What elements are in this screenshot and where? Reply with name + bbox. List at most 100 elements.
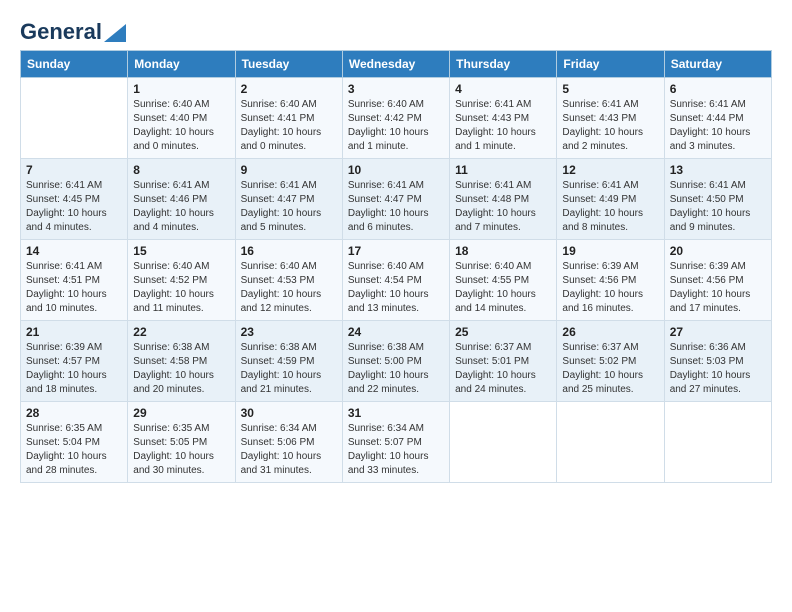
day-number: 17 — [348, 244, 444, 258]
day-number: 30 — [241, 406, 337, 420]
calendar-cell: 24Sunrise: 6:38 AM Sunset: 5:00 PM Dayli… — [342, 321, 449, 402]
calendar-cell: 29 Sunrise: 6:35 AM Sunset: 5:05 PM Dayli… — [128, 402, 235, 483]
day-number: 21 — [26, 325, 122, 339]
calendar-cell: 21 Sunrise: 6:39 AM Sunset: 4:57 PM Dayli… — [21, 321, 128, 402]
weekday-header-saturday: Saturday — [664, 51, 771, 78]
logo-text: General — [20, 20, 126, 44]
calendar-cell — [450, 402, 557, 483]
day-info: Sunrise: 6:37 AM Sunset: 5:02 PM Dayligh… — [562, 341, 658, 397]
calendar-cell: 28 Sunrise: 6:35 AM Sunset: 5:04 PM Dayli… — [21, 402, 128, 483]
weekday-header-monday: Monday — [128, 51, 235, 78]
day-number: 4 — [455, 82, 551, 96]
calendar-cell: 14 Sunrise: 6:41 AM Sunset: 4:51 PM Dayli… — [21, 240, 128, 321]
day-info: Sunrise: 6:34 AM Sunset: 5:06 PM Dayligh… — [241, 422, 337, 478]
calendar-cell: 2 Sunrise: 6:40 AM Sunset: 4:41 PM Daylig… — [235, 78, 342, 159]
day-number: 16 — [241, 244, 337, 258]
day-info: Sunrise: 6:41 AM Sunset: 4:51 PM Dayligh… — [26, 260, 122, 316]
calendar-cell: 3 Sunrise: 6:40 AM Sunset: 4:42 PM Daylig… — [342, 78, 449, 159]
day-number: 1 — [133, 82, 229, 96]
day-info: Sunrise: 6:34 AM Sunset: 5:07 PM Dayligh… — [348, 422, 444, 478]
day-number: 13 — [670, 163, 766, 177]
calendar-cell: 5 Sunrise: 6:41 AM Sunset: 4:43 PM Daylig… — [557, 78, 664, 159]
day-number: 24 — [348, 325, 444, 339]
day-info: Sunrise: 6:41 AM Sunset: 4:47 PM Dayligh… — [241, 179, 337, 235]
day-info: Sunrise: 6:40 AM Sunset: 4:55 PM Dayligh… — [455, 260, 551, 316]
day-info: Sunrise: 6:39 AM Sunset: 4:56 PM Dayligh… — [562, 260, 658, 316]
day-number: 15 — [133, 244, 229, 258]
calendar-cell: 23 Sunrise: 6:38 AM Sunset: 4:59 PM Dayli… — [235, 321, 342, 402]
day-info: Sunrise: 6:40 AM Sunset: 4:42 PM Dayligh… — [348, 98, 444, 154]
calendar-cell: 16 Sunrise: 6:40 AM Sunset: 4:53 PM Dayli… — [235, 240, 342, 321]
logo: General — [20, 20, 126, 40]
day-number: 14 — [26, 244, 122, 258]
weekday-header-sunday: Sunday — [21, 51, 128, 78]
calendar-cell: 13 Sunrise: 6:41 AM Sunset: 4:50 PM Dayli… — [664, 159, 771, 240]
day-number: 5 — [562, 82, 658, 96]
calendar-cell: 31 Sunrise: 6:34 AM Sunset: 5:07 PM Dayli… — [342, 402, 449, 483]
day-number: 12 — [562, 163, 658, 177]
calendar-table: SundayMondayTuesdayWednesdayThursdayFrid… — [20, 50, 772, 483]
weekday-header-tuesday: Tuesday — [235, 51, 342, 78]
day-number: 8 — [133, 163, 229, 177]
day-number: 29 — [133, 406, 229, 420]
day-number: 28 — [26, 406, 122, 420]
day-number: 6 — [670, 82, 766, 96]
day-number: 7 — [26, 163, 122, 177]
calendar-cell: 1 Sunrise: 6:40 AM Sunset: 4:40 PM Daylig… — [128, 78, 235, 159]
calendar-cell: 10Sunrise: 6:41 AM Sunset: 4:47 PM Dayli… — [342, 159, 449, 240]
day-number: 27 — [670, 325, 766, 339]
day-info: Sunrise: 6:38 AM Sunset: 4:59 PM Dayligh… — [241, 341, 337, 397]
calendar-cell: 15 Sunrise: 6:40 AM Sunset: 4:52 PM Dayli… — [128, 240, 235, 321]
day-info: Sunrise: 6:40 AM Sunset: 4:54 PM Dayligh… — [348, 260, 444, 316]
day-number: 19 — [562, 244, 658, 258]
day-info: Sunrise: 6:36 AM Sunset: 5:03 PM Dayligh… — [670, 341, 766, 397]
calendar-cell: 9 Sunrise: 6:41 AM Sunset: 4:47 PM Daylig… — [235, 159, 342, 240]
day-number: 18 — [455, 244, 551, 258]
day-number: 22 — [133, 325, 229, 339]
day-info: Sunrise: 6:37 AM Sunset: 5:01 PM Dayligh… — [455, 341, 551, 397]
day-number: 31 — [348, 406, 444, 420]
calendar-cell: 8 Sunrise: 6:41 AM Sunset: 4:46 PM Daylig… — [128, 159, 235, 240]
calendar-cell: 22 Sunrise: 6:38 AM Sunset: 4:58 PM Dayli… — [128, 321, 235, 402]
calendar-cell: 7 Sunrise: 6:41 AM Sunset: 4:45 PM Daylig… — [21, 159, 128, 240]
day-info: Sunrise: 6:35 AM Sunset: 5:04 PM Dayligh… — [26, 422, 122, 478]
calendar-cell — [664, 402, 771, 483]
day-info: Sunrise: 6:41 AM Sunset: 4:49 PM Dayligh… — [562, 179, 658, 235]
day-number: 9 — [241, 163, 337, 177]
day-number: 11 — [455, 163, 551, 177]
day-number: 23 — [241, 325, 337, 339]
day-info: Sunrise: 6:39 AM Sunset: 4:56 PM Dayligh… — [670, 260, 766, 316]
page-header: General — [20, 20, 772, 40]
weekday-header-friday: Friday — [557, 51, 664, 78]
day-info: Sunrise: 6:41 AM Sunset: 4:43 PM Dayligh… — [562, 98, 658, 154]
day-info: Sunrise: 6:41 AM Sunset: 4:50 PM Dayligh… — [670, 179, 766, 235]
day-number: 2 — [241, 82, 337, 96]
calendar-cell: 26Sunrise: 6:37 AM Sunset: 5:02 PM Dayli… — [557, 321, 664, 402]
day-info: Sunrise: 6:39 AM Sunset: 4:57 PM Dayligh… — [26, 341, 122, 397]
day-info: Sunrise: 6:40 AM Sunset: 4:53 PM Dayligh… — [241, 260, 337, 316]
day-info: Sunrise: 6:41 AM Sunset: 4:48 PM Dayligh… — [455, 179, 551, 235]
day-info: Sunrise: 6:40 AM Sunset: 4:52 PM Dayligh… — [133, 260, 229, 316]
day-info: Sunrise: 6:41 AM Sunset: 4:44 PM Dayligh… — [670, 98, 766, 154]
calendar-cell — [557, 402, 664, 483]
calendar-cell: 20 Sunrise: 6:39 AM Sunset: 4:56 PM Dayli… — [664, 240, 771, 321]
calendar-cell: 30 Sunrise: 6:34 AM Sunset: 5:06 PM Dayli… — [235, 402, 342, 483]
day-info: Sunrise: 6:41 AM Sunset: 4:43 PM Dayligh… — [455, 98, 551, 154]
calendar-cell: 18 Sunrise: 6:40 AM Sunset: 4:55 PM Dayli… — [450, 240, 557, 321]
day-number: 3 — [348, 82, 444, 96]
day-info: Sunrise: 6:40 AM Sunset: 4:41 PM Dayligh… — [241, 98, 337, 154]
calendar-cell: 12 Sunrise: 6:41 AM Sunset: 4:49 PM Dayli… — [557, 159, 664, 240]
day-info: Sunrise: 6:35 AM Sunset: 5:05 PM Dayligh… — [133, 422, 229, 478]
day-info: Sunrise: 6:38 AM Sunset: 4:58 PM Dayligh… — [133, 341, 229, 397]
day-number: 20 — [670, 244, 766, 258]
day-info: Sunrise: 6:41 AM Sunset: 4:47 PM Dayligh… — [348, 179, 444, 235]
day-info: Sunrise: 6:41 AM Sunset: 4:45 PM Dayligh… — [26, 179, 122, 235]
calendar-cell: 6 Sunrise: 6:41 AM Sunset: 4:44 PM Daylig… — [664, 78, 771, 159]
calendar-cell: 11 Sunrise: 6:41 AM Sunset: 4:48 PM Dayli… — [450, 159, 557, 240]
calendar-cell: 19 Sunrise: 6:39 AM Sunset: 4:56 PM Dayli… — [557, 240, 664, 321]
day-info: Sunrise: 6:40 AM Sunset: 4:40 PM Dayligh… — [133, 98, 229, 154]
day-info: Sunrise: 6:41 AM Sunset: 4:46 PM Dayligh… — [133, 179, 229, 235]
calendar-cell: 4 Sunrise: 6:41 AM Sunset: 4:43 PM Daylig… — [450, 78, 557, 159]
calendar-cell: 25 Sunrise: 6:37 AM Sunset: 5:01 PM Dayli… — [450, 321, 557, 402]
day-number: 25 — [455, 325, 551, 339]
